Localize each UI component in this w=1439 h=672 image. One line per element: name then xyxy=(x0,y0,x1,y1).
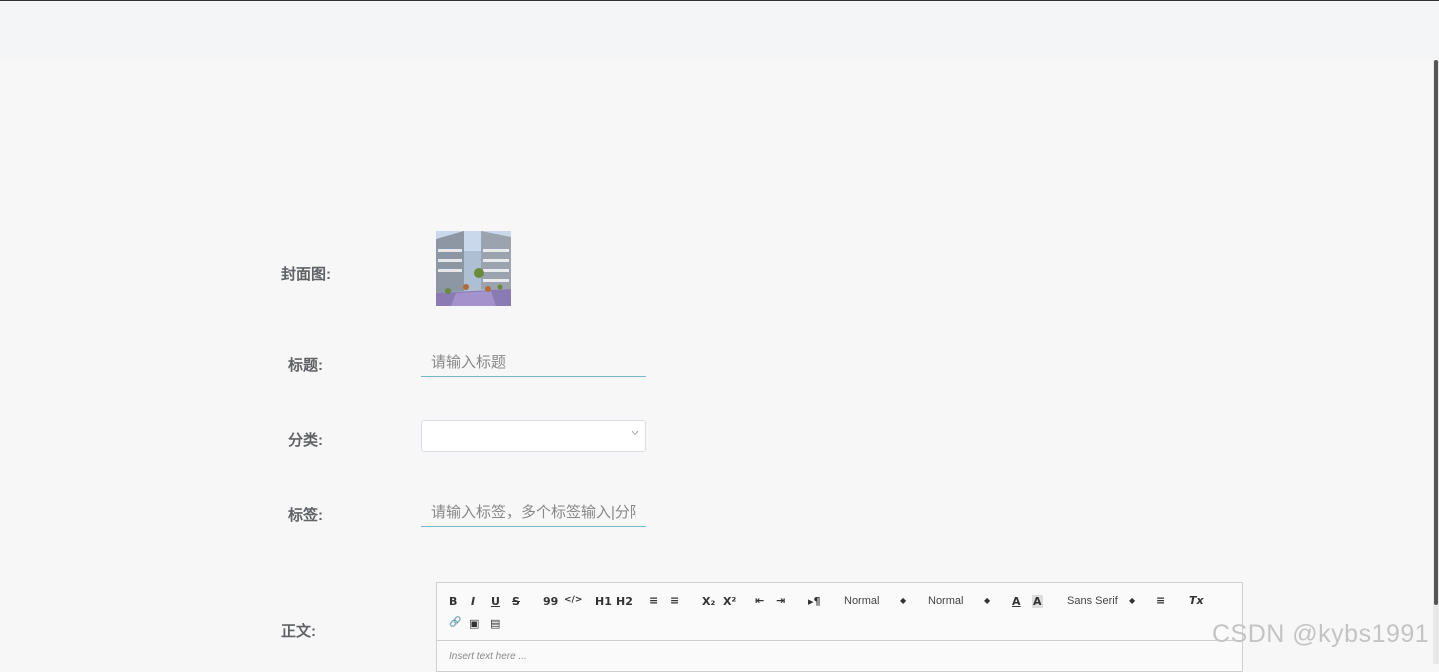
header-select-arrow-icon: ◆ xyxy=(984,596,991,605)
code-block-button[interactable]: </> xyxy=(564,595,582,605)
ordered-list-button[interactable]: ≡ xyxy=(649,594,658,607)
size-select-arrow-icon: ◆ xyxy=(900,596,907,605)
cover-image-graphic xyxy=(436,231,511,306)
link-button[interactable]: 🔗 xyxy=(449,617,461,628)
image-button[interactable]: ▣ xyxy=(469,617,479,630)
header2-button[interactable]: H2 xyxy=(616,595,633,608)
align-button[interactable]: ≡ xyxy=(1156,594,1165,607)
underline-button[interactable]: U xyxy=(491,595,500,608)
bullet-list-button[interactable]: ≡ xyxy=(670,594,679,607)
blockquote-button[interactable]: 99 xyxy=(543,595,558,608)
editor-toolbar: B I U S 99 </> H1 H2 ≡ ≡ X₂ X² ⇤ ⇥ ▸¶ No… xyxy=(437,583,1242,641)
text-direction-button[interactable]: ▸¶ xyxy=(808,595,821,608)
scrollbar-thumb[interactable] xyxy=(1434,60,1438,605)
bold-button[interactable]: B xyxy=(449,595,457,608)
category-label: 分类: xyxy=(288,432,323,449)
superscript-button[interactable]: X² xyxy=(723,595,736,608)
background-color-button[interactable]: A xyxy=(1032,595,1043,608)
title-label: 标题: xyxy=(288,357,323,374)
watermark: CSDN @kybs1991 xyxy=(1212,620,1430,648)
cover-label: 封面图: xyxy=(281,266,331,283)
italic-button[interactable]: I xyxy=(471,595,475,608)
cover-image[interactable] xyxy=(436,231,511,306)
video-button[interactable]: ▤ xyxy=(490,617,500,630)
outdent-button[interactable]: ⇤ xyxy=(755,594,764,607)
font-select[interactable]: Sans Serif xyxy=(1067,595,1118,607)
body-label: 正文: xyxy=(281,623,316,640)
size-select[interactable]: Normal xyxy=(844,595,879,607)
tags-input[interactable] xyxy=(421,498,646,527)
chevron-down-icon xyxy=(631,430,639,438)
title-input[interactable] xyxy=(421,348,646,377)
clean-format-button[interactable]: Tx xyxy=(1189,594,1204,607)
indent-button[interactable]: ⇥ xyxy=(776,594,785,607)
subscript-button[interactable]: X₂ xyxy=(702,595,715,608)
editor-placeholder[interactable]: Insert text here ... xyxy=(449,651,527,662)
rich-text-editor[interactable]: B I U S 99 </> H1 H2 ≡ ≡ X₂ X² ⇤ ⇥ ▸¶ No… xyxy=(436,582,1243,672)
header-select[interactable]: Normal xyxy=(928,595,963,607)
font-color-button[interactable]: A xyxy=(1012,595,1021,608)
strike-button[interactable]: S xyxy=(512,595,520,608)
tags-label: 标签: xyxy=(288,507,323,524)
font-select-arrow-icon: ◆ xyxy=(1129,596,1136,605)
category-select[interactable] xyxy=(421,420,646,452)
header-bar xyxy=(0,1,1439,59)
header1-button[interactable]: H1 xyxy=(595,595,612,608)
